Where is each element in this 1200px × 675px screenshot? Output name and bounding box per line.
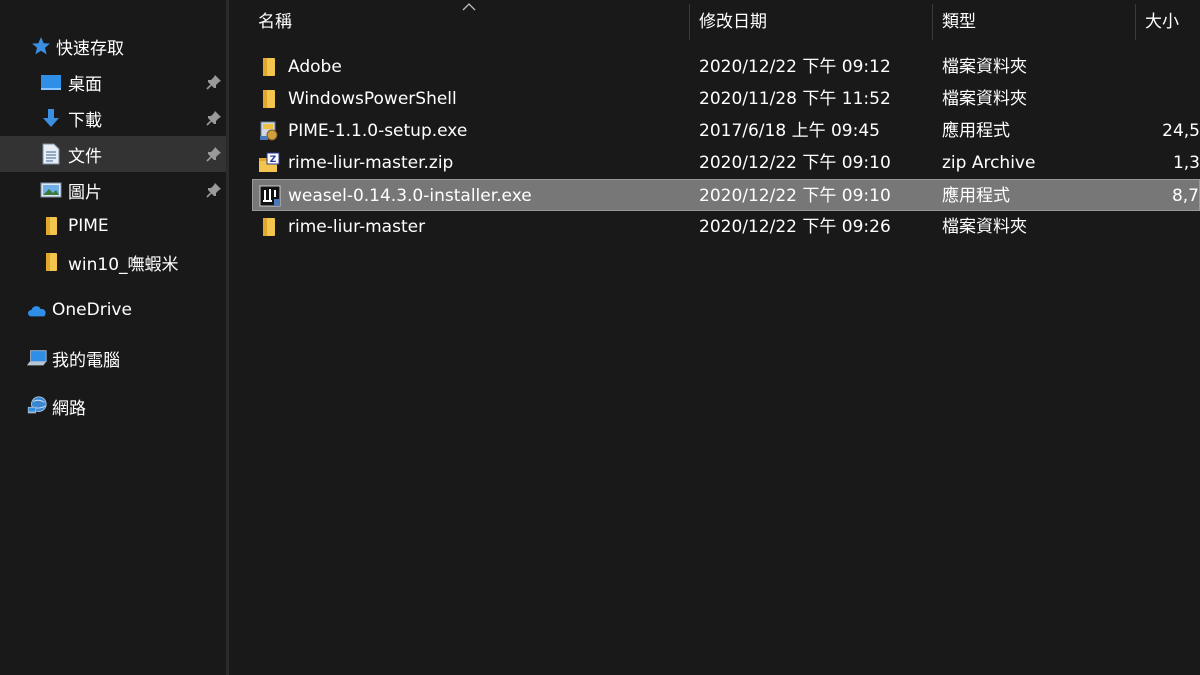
nav-item-desktop[interactable]: 桌面 [0,64,226,100]
document-icon [40,143,62,165]
file-size [1145,51,1200,83]
nav-item-pime[interactable]: PIME [0,208,226,244]
file-row[interactable]: WindowsPowerShell 2020/11/28 下午 11:52 檔案… [252,83,1200,115]
nav-this-pc-label: 我的電腦 [52,350,120,371]
file-row-selected[interactable]: weasel-0.14.3.0-installer.exe 2020/12/22… [252,179,1200,211]
svg-text:Z: Z [270,155,277,165]
nav-item-label: 下載 [68,110,102,131]
nav-onedrive-label: OneDrive [52,300,132,320]
file-date: 2020/12/22 下午 09:10 [699,153,891,173]
nav-item-downloads[interactable]: 下載 [0,100,226,136]
column-header: 名稱 修改日期 類型 大小 [229,0,1200,42]
download-icon [40,107,62,129]
nav-item-label: 文件 [68,146,102,167]
column-header-name[interactable]: 名稱 [258,0,688,42]
column-separator[interactable] [932,4,933,40]
file-name: Adobe [288,57,342,77]
nav-onedrive[interactable]: OneDrive [0,292,226,328]
nav-this-pc[interactable]: 我的電腦 [0,340,226,376]
file-type: 檔案資料夾 [942,57,1027,77]
pin-icon[interactable] [206,74,222,90]
file-row[interactable]: rime-liur-master 2020/12/22 下午 09:26 檔案資… [252,211,1200,243]
desktop-icon [40,71,62,93]
file-name: weasel-0.14.3.0-installer.exe [288,186,532,206]
pictures-icon [40,179,62,201]
file-date: 2020/12/22 下午 09:12 [699,57,891,77]
folder-icon [40,251,62,273]
file-date: 2020/11/28 下午 11:52 [699,89,891,109]
file-name: rime-liur-master.zip [288,153,454,173]
star-icon [30,35,52,57]
file-type: 應用程式 [942,121,1010,141]
folder-icon [263,90,275,108]
navigation-pane: 快速存取 桌面 下載 文件 圖片 PIME win10_嘸蝦米 OneDrive… [0,0,226,675]
file-name: WindowsPowerShell [288,89,457,109]
installer-icon [260,121,278,141]
file-size: 1,3 [1172,153,1200,173]
nav-network-label: 網路 [52,398,86,419]
pin-icon[interactable] [206,146,222,162]
pin-icon[interactable] [206,110,222,126]
column-separator[interactable] [689,4,690,40]
file-type: zip Archive [942,153,1036,173]
file-type: 檔案資料夾 [942,89,1027,109]
file-type: 應用程式 [942,186,1010,206]
nav-item-label: 圖片 [68,182,102,203]
nav-quick-access-label: 快速存取 [56,38,124,59]
column-header-size[interactable]: 大小 [1145,0,1200,42]
file-row[interactable]: Z rime-liur-master.zip 2020/12/22 下午 09:… [252,147,1200,179]
folder-icon [263,218,275,236]
cloud-icon [26,299,48,321]
file-name: rime-liur-master [288,217,426,237]
folder-icon [263,58,275,76]
file-list-pane: 名稱 修改日期 類型 大小 Adobe 2020/12/22 下午 09:12 … [229,0,1200,675]
file-size: 8,7 [1171,186,1199,206]
folder-icon [40,215,62,237]
zip-icon: Z [259,152,280,172]
column-header-date[interactable]: 修改日期 [699,0,929,42]
nav-item-pictures[interactable]: 圖片 [0,172,226,208]
column-separator[interactable] [1135,4,1136,40]
column-header-type[interactable]: 類型 [942,0,1132,42]
nav-item-win10[interactable]: win10_嘸蝦米 [0,244,226,280]
weasel-icon [259,185,281,207]
nav-quick-access[interactable]: 快速存取 [0,28,226,64]
file-name: PIME-1.1.0-setup.exe [288,121,468,141]
file-date: 2020/12/22 下午 09:26 [699,217,891,237]
file-size [1145,211,1200,243]
nav-item-label: win10_嘸蝦米 [68,254,179,275]
nav-item-label: PIME [68,216,109,236]
nav-item-label: 桌面 [68,74,102,95]
file-type: 檔案資料夾 [942,217,1027,237]
file-row[interactable]: Adobe 2020/12/22 下午 09:12 檔案資料夾 [252,51,1200,83]
file-date: 2020/12/22 下午 09:10 [699,186,891,206]
network-icon [26,395,48,417]
computer-icon [26,347,48,369]
file-size: 24,5 [1162,121,1200,141]
file-row[interactable]: PIME-1.1.0-setup.exe 2017/6/18 上午 09:45 … [252,115,1200,147]
file-size [1145,83,1200,115]
nav-network[interactable]: 網路 [0,388,226,424]
nav-item-documents[interactable]: 文件 [0,136,226,172]
file-date: 2017/6/18 上午 09:45 [699,121,880,141]
pin-icon[interactable] [206,182,222,198]
